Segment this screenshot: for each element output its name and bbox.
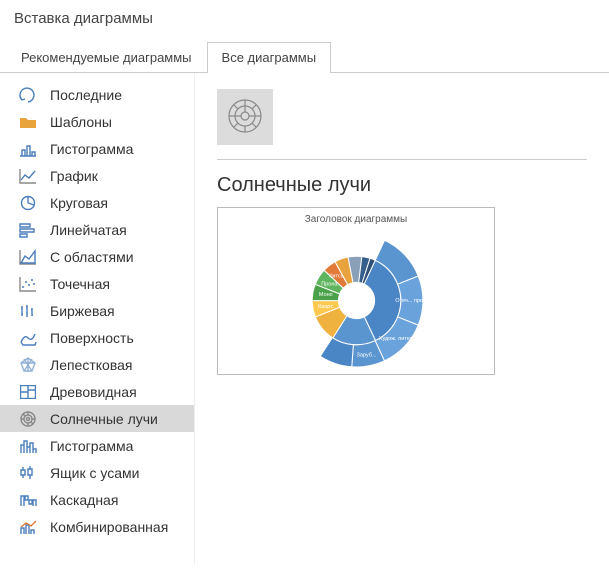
line-chart-icon (18, 167, 38, 185)
chart-type-sidebar: Последние Шаблоны Гистограмма График Кру (0, 73, 195, 565)
sidebar-item-combo[interactable]: Комбинированная (0, 513, 194, 540)
svg-text:Заруб...: Заруб... (356, 352, 376, 358)
column-chart-icon (18, 140, 38, 158)
sidebar-item-recent[interactable]: Последние (0, 81, 194, 108)
svg-text:Худож. литер.: Худож. литер. (378, 336, 414, 342)
sidebar-item-sunburst[interactable]: Солнечные лучи (0, 405, 194, 432)
sunburst-chart: Кварт.МоноПрона.Китсо.Отеч... прозаХудож… (284, 227, 429, 374)
sidebar-item-treemap[interactable]: Древовидная (0, 378, 194, 405)
tab-all[interactable]: Все диаграммы (207, 42, 332, 73)
content-panel: Солнечные лучи Заголовок диаграммы Кварт… (195, 73, 609, 565)
sidebar-item-label: Лепестковая (50, 357, 132, 373)
sidebar-item-area[interactable]: С областями (0, 243, 194, 270)
combo-chart-icon (18, 518, 38, 536)
sidebar-item-label: Древовидная (50, 384, 137, 400)
sidebar-item-waterfall[interactable]: Каскадная (0, 486, 194, 513)
sidebar-item-column[interactable]: Гистограмма (0, 135, 194, 162)
sidebar-item-label: Биржевая (50, 303, 115, 319)
sidebar-item-scatter[interactable]: Точечная (0, 270, 194, 297)
sidebar-item-pie[interactable]: Круговая (0, 189, 194, 216)
sidebar-item-radar[interactable]: Лепестковая (0, 351, 194, 378)
svg-text:Кварт.: Кварт. (318, 304, 334, 310)
sidebar-item-label: Круговая (50, 195, 108, 211)
sidebar-item-label: Комбинированная (50, 519, 168, 535)
sidebar-item-label: Последние (50, 87, 122, 103)
tab-recommended[interactable]: Рекомендуемые диаграммы (6, 42, 207, 73)
svg-text:Отеч... проза: Отеч... проза (395, 298, 429, 304)
sidebar-item-label: График (50, 168, 98, 184)
sidebar-item-boxwhisker[interactable]: Ящик с усами (0, 459, 194, 486)
sidebar-item-histogram[interactable]: Гистограмма (0, 432, 194, 459)
chart-preview[interactable]: Заголовок диаграммы Кварт.МоноПрона.Китс… (217, 207, 495, 375)
tab-bar: Рекомендуемые диаграммы Все диаграммы (0, 41, 609, 73)
bar-chart-icon (18, 221, 38, 239)
sidebar-item-label: Гистограмма (50, 141, 133, 157)
sunburst-chart-icon (18, 410, 38, 428)
waterfall-chart-icon (18, 491, 38, 509)
sidebar-item-label: Поверхность (50, 330, 134, 346)
sidebar-item-templates[interactable]: Шаблоны (0, 108, 194, 135)
treemap-chart-icon (18, 383, 38, 401)
stock-chart-icon (18, 302, 38, 320)
svg-text:Моно: Моно (318, 292, 332, 298)
sidebar-item-bar[interactable]: Линейчатая (0, 216, 194, 243)
subtype-title: Солнечные лучи (217, 174, 587, 197)
sidebar-item-surface[interactable]: Поверхность (0, 324, 194, 351)
sidebar-item-line[interactable]: График (0, 162, 194, 189)
sidebar-item-stock[interactable]: Биржевая (0, 297, 194, 324)
box-whisker-icon (18, 464, 38, 482)
sidebar-item-label: Линейчатая (50, 222, 127, 238)
folder-icon (18, 113, 38, 131)
subtype-row (217, 89, 587, 160)
chart-preview-title: Заголовок диаграммы (305, 214, 408, 225)
histogram-chart-icon (18, 437, 38, 455)
sidebar-item-label: Ящик с усами (50, 465, 139, 481)
sidebar-item-label: Каскадная (50, 492, 118, 508)
dialog-title: Вставка диаграммы (0, 0, 609, 41)
scatter-chart-icon (18, 275, 38, 293)
pie-chart-icon (18, 194, 38, 212)
sidebar-item-label: Гистограмма (50, 438, 133, 454)
radar-chart-icon (18, 356, 38, 374)
sidebar-item-label: С областями (50, 249, 134, 265)
sidebar-item-label: Точечная (50, 276, 110, 292)
surface-chart-icon (18, 329, 38, 347)
sunburst-icon (227, 98, 263, 137)
sidebar-item-label: Солнечные лучи (50, 411, 158, 427)
sidebar-item-label: Шаблоны (50, 114, 112, 130)
area-chart-icon (18, 248, 38, 266)
subtype-tile-sunburst[interactable] (217, 89, 273, 145)
recent-icon (18, 86, 38, 104)
